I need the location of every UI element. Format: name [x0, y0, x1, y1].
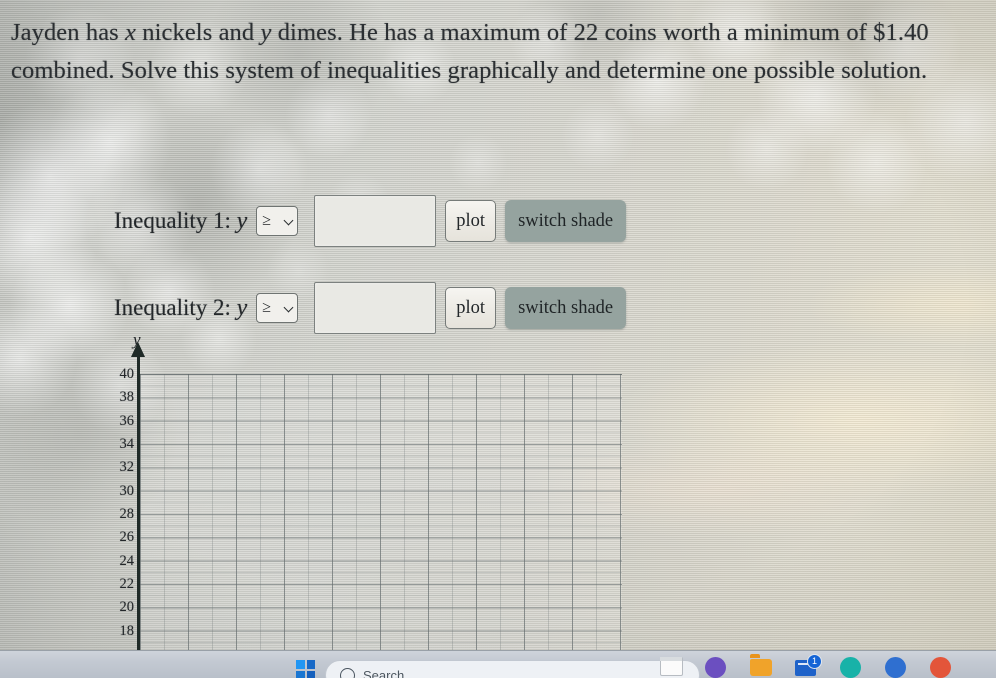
graph-grid-top-border: [140, 374, 622, 375]
page-content: Jayden has x nickels and y dimes. He has…: [0, 0, 996, 678]
inequality-2-lhs-variable: y: [236, 294, 248, 321]
problem-text-part-3: dimes. He has a maximum of 22 coins wort…: [271, 19, 841, 46]
inequality-row-1: Inequality 1: y ≥ plot switch shade: [114, 195, 627, 247]
windows-taskbar[interactable]: Search 1: [0, 650, 996, 678]
app-teal-icon-glyph: [840, 657, 861, 678]
task-view-icon-glyph: [660, 657, 683, 676]
inequality-2-label-text: Inequality 2:: [114, 294, 231, 320]
y-axis-tick-label: 40: [119, 366, 135, 382]
y-axis-tick-label: 24: [119, 552, 135, 569]
inequality-1-expression-input[interactable]: [314, 195, 437, 247]
variable-y: y: [260, 19, 272, 46]
inequality-2-switch-shade-button[interactable]: switch shade: [505, 287, 627, 329]
y-axis-tick-label: 30: [119, 482, 135, 499]
inequality-1-operator-value: ≥: [262, 212, 272, 229]
inequality-1-label-text: Inequality 1:: [114, 207, 231, 233]
y-axis-tick-label: 26: [119, 529, 135, 546]
problem-text-line-3: possible solution.: [753, 57, 928, 84]
inequality-1-operator-select[interactable]: ≥: [256, 206, 299, 236]
app-red-icon[interactable]: [930, 657, 952, 678]
file-explorer-icon[interactable]: [750, 657, 772, 678]
inequality-1-label: Inequality 1: y: [114, 208, 247, 235]
inequality-1-plot-button[interactable]: plot: [445, 200, 497, 242]
coordinate-graph[interactable]: y 40 38 36 34 32 30 28 26 24 22 20 18: [104, 330, 634, 654]
taskbar-search-placeholder: Search: [363, 667, 405, 678]
mail-icon[interactable]: 1: [795, 654, 822, 678]
y-axis-tick-label: 20: [119, 599, 135, 616]
problem-statement: Jayden has x nickels and y dimes. He has…: [11, 14, 986, 90]
inequality-2-expression-input[interactable]: [314, 282, 437, 334]
inequality-2-operator-select[interactable]: ≥: [256, 293, 299, 323]
file-explorer-icon-glyph: [750, 659, 772, 676]
inequality-row-2: Inequality 2: y ≥ plot switch shade: [114, 282, 627, 334]
y-axis-tick-label: 32: [119, 459, 135, 476]
photographed-screen: Jayden has x nickels and y dimes. He has…: [0, 0, 996, 678]
taskbar-search-box[interactable]: Search: [325, 660, 700, 678]
windows-logo-icon[interactable]: [296, 660, 315, 678]
notification-badge: 1: [807, 654, 822, 669]
inequality-1-switch-shade-button[interactable]: switch shade: [505, 200, 627, 242]
taskbar-app-icons: 1: [660, 654, 952, 678]
inequality-2-label: Inequality 2: y: [114, 295, 247, 322]
inequality-1-lhs-variable: y: [236, 207, 248, 234]
app-red-icon-glyph: [930, 657, 951, 678]
app-purple-icon[interactable]: [705, 657, 727, 678]
y-axis-tick-label: 38: [119, 389, 135, 406]
app-blue-icon[interactable]: [885, 657, 907, 678]
taskbar-inner: Search 1: [0, 651, 996, 678]
inequality-2-plot-button[interactable]: plot: [445, 287, 497, 329]
y-axis-tick-label: 36: [119, 412, 135, 429]
graph-grid[interactable]: [140, 374, 622, 654]
y-axis-tick-label: 22: [119, 575, 135, 592]
app-teal-icon[interactable]: [840, 657, 862, 678]
y-axis-tick-labels: 40 38 36 34 32 30 28 26 24 22 20 18: [104, 332, 135, 654]
chevron-down-icon: [284, 217, 293, 226]
task-view-icon[interactable]: [660, 657, 683, 678]
chevron-down-icon: [284, 304, 293, 313]
y-axis-tick-label: 28: [119, 505, 135, 522]
app-blue-icon-glyph: [885, 657, 906, 678]
search-icon: [340, 667, 355, 678]
app-purple-icon-glyph: [705, 657, 726, 678]
problem-text-part-1: Jayden has: [11, 19, 126, 46]
y-axis-tick-label: 34: [119, 435, 135, 452]
y-axis-tick-label: 18: [119, 622, 135, 639]
inequality-2-operator-value: ≥: [262, 299, 272, 316]
variable-x: x: [125, 19, 137, 46]
problem-text-part-2: nickels and: [136, 19, 261, 46]
